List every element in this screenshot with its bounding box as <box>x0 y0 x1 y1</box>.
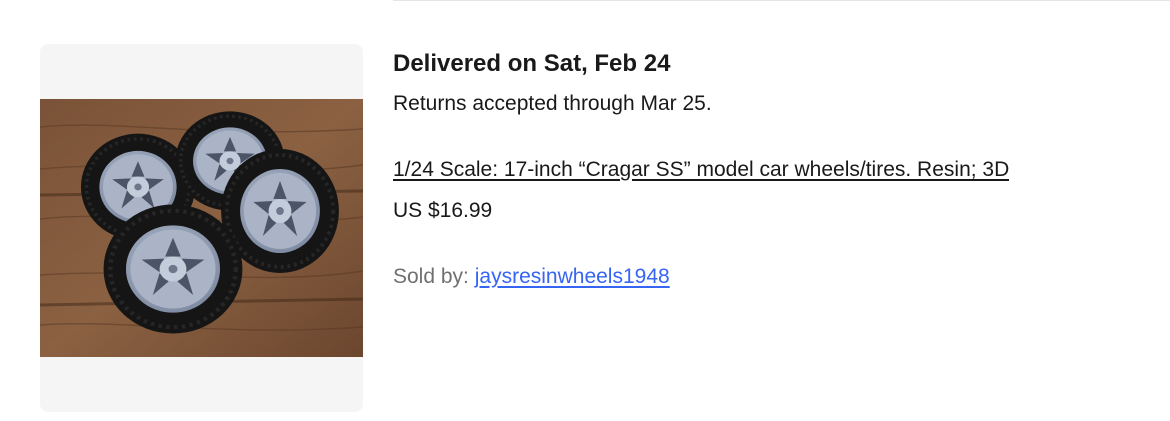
top-divider <box>393 0 1170 1</box>
seller-info: Sold by: jaysresinwheels1948 <box>393 263 1153 291</box>
item-title-link[interactable]: 1/24 Scale: 17-inch “Cragar SS” model ca… <box>393 156 1009 184</box>
item-image[interactable] <box>40 44 363 412</box>
product-photo <box>40 99 363 357</box>
returns-info: Returns accepted through Mar 25. <box>393 92 712 115</box>
seller-label: Sold by: <box>393 265 469 288</box>
seller-name-link[interactable]: jaysresinwheels1948 <box>475 265 670 288</box>
order-item-details: Delivered on Sat, Feb 24 Returns accepte… <box>393 48 1153 291</box>
item-price: US $16.99 <box>393 199 493 222</box>
delivery-status: Delivered on Sat, Feb 24 <box>393 50 671 77</box>
